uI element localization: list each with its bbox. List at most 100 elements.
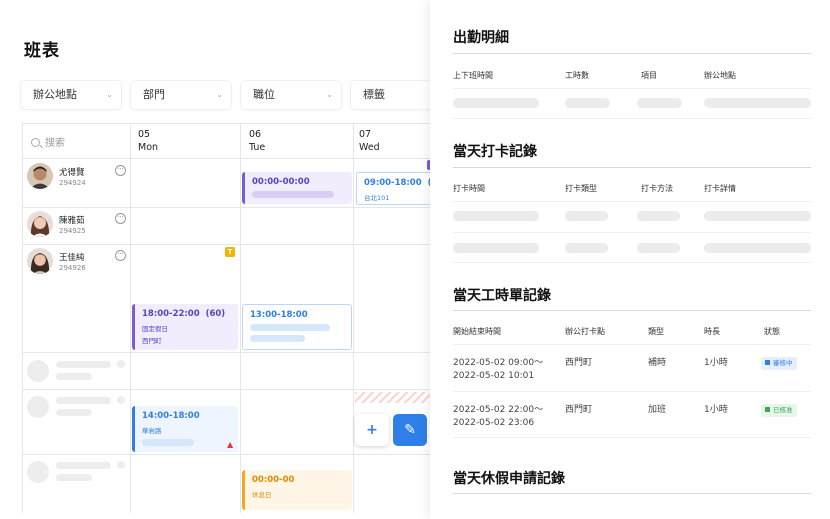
more-placeholder [117, 360, 125, 368]
end-time: 2022-05-02 23:06 [453, 418, 535, 428]
detail-panel: 出勤明細 上下班時間 工時數 項目 辦公地點 當天打卡記錄 打卡時間 打卡類型 … [430, 0, 830, 519]
schedule-grid: 搜索 05 Mon 06 Tue 07 Wed 尤得賢 294924 ··· 陳… [22, 123, 432, 513]
filter-office-location[interactable]: 辦公地點 ⌄ [21, 81, 121, 109]
column-header: 工時數 [565, 71, 589, 80]
avatar-placeholder [27, 360, 49, 382]
edit-shift-button[interactable]: ✎ [393, 414, 427, 446]
shift-card[interactable]: 13:00-18:00 [242, 304, 352, 350]
loading-placeholder [565, 98, 610, 108]
column-header: 打卡詳情 [704, 184, 736, 193]
shift-card[interactable]: 00:00-00:00 [242, 172, 352, 204]
day-name: Mon [138, 142, 159, 153]
row-divider [453, 88, 811, 89]
search-input[interactable]: 搜索 [31, 134, 65, 149]
day-name: Wed [359, 142, 380, 153]
shift-card[interactable]: 00:00-00 休息日 [242, 470, 352, 510]
name-placeholder [56, 462, 111, 469]
employee-name: 王佳純 [59, 253, 85, 263]
add-shift-button[interactable]: + [355, 414, 389, 446]
shift-time: 14:00-18:00 [142, 411, 200, 421]
shift-detail-placeholder [250, 324, 330, 331]
row-divider [453, 201, 811, 202]
day-number: 07 [359, 129, 372, 140]
more-placeholder [117, 396, 125, 404]
shift-card[interactable]: 18:00-22:00 (60) 固定假日 西門町 [132, 304, 238, 350]
employee-id: 294924 [59, 179, 86, 187]
status-badge: 審核中 [761, 357, 797, 370]
loading-placeholder [637, 243, 680, 253]
employee-name: 尤得賢 [59, 168, 85, 178]
row-divider [453, 118, 811, 119]
avatar-placeholder [27, 396, 49, 418]
column-header: 類型 [648, 327, 664, 336]
timesheet-section-title: 當天工時單記錄 [453, 288, 551, 304]
column-header: 辦公地點 [704, 71, 736, 80]
day-name: Tue [249, 142, 266, 153]
column-header: 打卡方法 [641, 184, 673, 193]
day-header-mon: 05 Mon [138, 128, 158, 154]
duration: 1小時 [704, 405, 728, 415]
punch-section-title: 當天打卡記錄 [453, 144, 537, 160]
column-header: 項目 [641, 71, 657, 80]
shift-type: 休息日 [252, 491, 272, 499]
grid-divider [23, 158, 432, 159]
more-placeholder [117, 461, 125, 469]
grid-divider [23, 454, 432, 455]
schedule-view: 班表 辦公地點 ⌄ 部門 ⌄ 職位 ⌄ 標籤 搜索 05 Mon 06 Tue … [0, 0, 432, 519]
shift-detail-placeholder [142, 439, 194, 446]
avatar [27, 211, 53, 237]
unavailable-hatch [355, 392, 432, 403]
avatar [27, 163, 53, 189]
grid-divider [23, 352, 432, 353]
start-time: 2022-05-02 09:00～ [453, 358, 544, 368]
loading-placeholder [453, 98, 539, 108]
column-header: 時長 [704, 327, 720, 336]
loading-placeholder [565, 211, 608, 221]
employee-name: 陳雅茹 [59, 216, 85, 226]
employee-id: 294926 [59, 264, 86, 272]
loading-placeholder [453, 243, 539, 253]
section-divider [453, 53, 811, 54]
row-divider [453, 344, 811, 345]
column-header: 狀態 [764, 327, 780, 336]
shift-detail-placeholder [252, 191, 334, 198]
shift-card[interactable]: 09:00-18:00 (6 台北101 [356, 172, 432, 205]
loading-placeholder [565, 243, 608, 253]
shift-time: 00:00-00 [252, 475, 295, 485]
shift-time: 18:00-22:00 [142, 309, 200, 319]
id-placeholder [56, 409, 92, 416]
filter-position[interactable]: 職位 ⌄ [241, 81, 341, 109]
status-text: 審核中 [773, 359, 793, 367]
more-options-icon[interactable]: ··· [115, 213, 126, 224]
name-placeholder [56, 361, 111, 368]
start-time: 2022-05-02 22:00～ [453, 405, 544, 415]
day-header-wed: 07 Wed [359, 128, 380, 154]
punch-location: 西門町 [565, 405, 593, 415]
end-time: 2022-05-02 10:01 [453, 371, 535, 381]
warning-icon: ▲ [227, 440, 234, 449]
section-divider [453, 493, 811, 494]
attendance-section-title: 出勤明細 [453, 30, 509, 46]
shift-card[interactable]: 14:00-18:00 華岩路 [132, 406, 238, 452]
filter-label: 職位 [253, 88, 275, 101]
filter-tag[interactable]: 標籤 [351, 81, 432, 109]
shift-location: 台北101 [364, 194, 390, 202]
name-placeholder [56, 397, 111, 404]
shift-location: 西門町 [142, 337, 162, 345]
day-header-tue: 06 Tue [249, 128, 265, 154]
status-badge: 已核准 [761, 404, 797, 417]
avatar [27, 248, 53, 274]
loading-placeholder [637, 98, 682, 108]
column-header: 開始結束時間 [453, 327, 501, 336]
grid-divider [23, 207, 432, 208]
day-number: 05 [138, 129, 151, 140]
duration: 1小時 [704, 358, 728, 368]
record-type: 補時 [648, 358, 667, 368]
shift-detail-placeholder [250, 335, 305, 342]
filter-department[interactable]: 部門 ⌄ [131, 81, 231, 109]
shift-hours: (60) [205, 309, 226, 319]
column-header: 辦公打卡點 [565, 327, 605, 336]
more-options-icon[interactable]: ··· [115, 250, 126, 261]
more-options-icon[interactable]: ··· [115, 165, 126, 176]
chevron-down-icon: ⌄ [216, 90, 223, 99]
